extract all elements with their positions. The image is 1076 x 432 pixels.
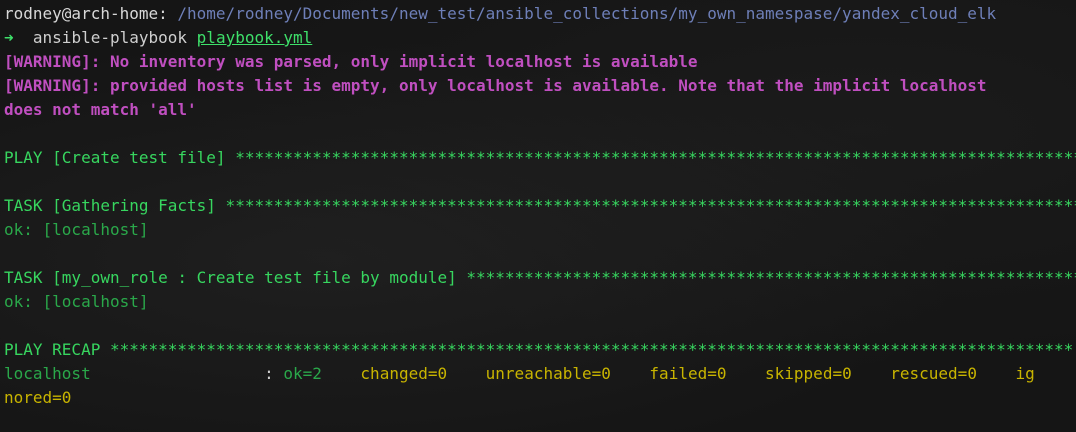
prompt-separator: : bbox=[158, 4, 178, 23]
recap-line: localhost : ok=2 changed=0 unreachable=0… bbox=[4, 362, 1076, 386]
prompt-user-host: rodney@arch-home bbox=[4, 4, 159, 23]
prompt-path: /home/rodney/Documents/new_test/ansible_… bbox=[177, 4, 997, 23]
task-header-gathering-facts: TASK [Gathering Facts] *****************… bbox=[4, 196, 1076, 215]
play-header: PLAY [Create test file] ****************… bbox=[4, 148, 1076, 167]
recap-unreachable: unreachable=0 bbox=[447, 364, 611, 383]
recap-host: localhost bbox=[4, 364, 91, 383]
warning-line-2: [WARNING]: provided hosts list is empty,… bbox=[4, 76, 987, 95]
recap-header: PLAY RECAP *****************************… bbox=[4, 340, 1074, 359]
command-argument[interactable]: playbook.yml bbox=[197, 28, 313, 47]
task-header-create-test-file: TASK [my_own_role : Create test file by … bbox=[4, 268, 1076, 287]
recap-changed: changed=0 bbox=[321, 364, 448, 383]
prompt-arrow-icon: ➜ bbox=[4, 28, 14, 47]
recap-pad: : bbox=[90, 364, 284, 383]
prompt-line-path: rodney@arch-home: /home/rodney/Documents… bbox=[4, 2, 1076, 26]
recap-ignored-wrap: nored=0 bbox=[4, 388, 72, 407]
task-result-gathering-facts: ok: [localhost] bbox=[4, 220, 149, 239]
recap-failed: failed=0 bbox=[610, 364, 727, 383]
task-result-create-test-file: ok: [localhost] bbox=[4, 292, 149, 311]
prompt-line-command: ➜ ansible-playbook playbook.yml bbox=[4, 26, 1076, 50]
command-text: ansible-playbook bbox=[13, 28, 197, 47]
recap-ignored-start: ig bbox=[976, 364, 1035, 383]
recap-skipped: skipped=0 bbox=[726, 364, 852, 383]
terminal-window[interactable]: rodney@arch-home: /home/rodney/Documents… bbox=[0, 0, 1076, 432]
warning-line-1: [WARNING]: No inventory was parsed, only… bbox=[4, 52, 698, 71]
warning-line-3: does not match 'all' bbox=[4, 100, 197, 119]
recap-ok: ok=2 bbox=[283, 364, 322, 383]
recap-rescued: rescued=0 bbox=[851, 364, 977, 383]
